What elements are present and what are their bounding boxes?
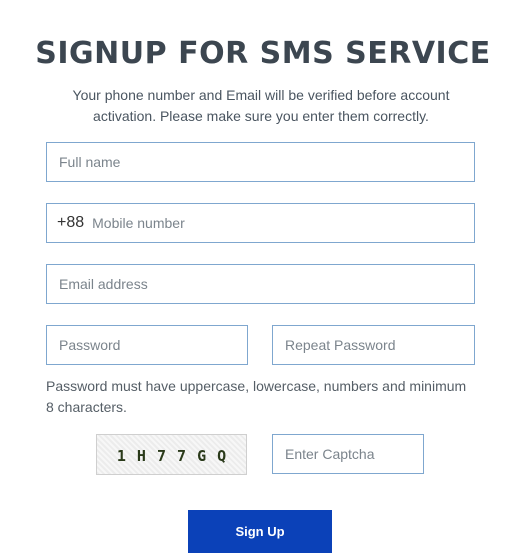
page-title: SIGNUP FOR SMS SERVICE: [35, 36, 491, 71]
page-subtitle: Your phone number and Email will be veri…: [72, 87, 450, 124]
country-code-prefix: +88: [57, 214, 85, 231]
password-hint: Password must have uppercase, lowercase,…: [46, 378, 467, 415]
email-input[interactable]: [47, 276, 474, 292]
sign-up-button[interactable]: Sign Up: [188, 510, 332, 553]
captcha-field[interactable]: [272, 434, 424, 474]
password-field[interactable]: [46, 325, 248, 365]
full-name-input[interactable]: [47, 154, 474, 170]
mobile-field[interactable]: +88: [46, 203, 475, 243]
captcha-image: 1 H 7 7 G Q: [96, 434, 247, 475]
mobile-number-input[interactable]: [84, 215, 474, 231]
captcha-text: 1 H 7 7 G Q: [116, 447, 226, 465]
email-field[interactable]: [46, 264, 475, 304]
repeat-password-input[interactable]: [273, 337, 474, 353]
captcha-input[interactable]: [273, 446, 423, 462]
password-input[interactable]: [47, 337, 247, 353]
repeat-password-field[interactable]: [272, 325, 475, 365]
full-name-field[interactable]: [46, 142, 475, 182]
